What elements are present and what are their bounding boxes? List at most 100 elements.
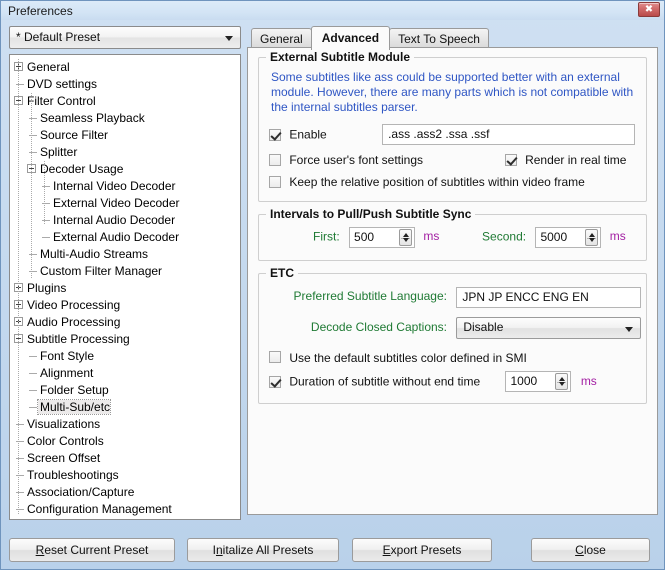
tree-item-dvd-settings[interactable]: DVD settings xyxy=(10,76,240,93)
close-glyph: ✖ xyxy=(644,4,654,15)
spin-up-icon[interactable] xyxy=(559,377,566,382)
close-post: lose xyxy=(583,543,606,557)
preset-select[interactable]: * Default Preset xyxy=(9,26,241,49)
reset-current-preset-button[interactable]: Reset Current Preset xyxy=(9,538,175,562)
second-interval-unit: ms xyxy=(609,229,626,244)
duration-checkbox[interactable] xyxy=(269,375,281,388)
tree-item-subtitle-processing[interactable]: Subtitle Processing xyxy=(10,331,240,348)
default-subtitle-color-label[interactable]: Use the default subtitles color defined … xyxy=(289,350,526,364)
decode-cc-label: Decode Closed Captions: xyxy=(310,319,447,334)
close-icon[interactable]: ✖ xyxy=(638,2,660,17)
tree-item-custom-filter-manager[interactable]: Custom Filter Manager xyxy=(10,263,240,280)
tree-item-plugins[interactable]: Plugins xyxy=(10,280,240,297)
tree-connector-icon xyxy=(27,386,37,395)
second-interval-value: 5000 xyxy=(540,229,568,244)
duration-row: Duration of subtitle without end time 10… xyxy=(269,371,636,393)
tree-guide-line xyxy=(31,93,32,278)
tree-item-label: Internal Audio Decoder xyxy=(53,213,176,227)
decode-cc-value: Disable xyxy=(463,319,504,334)
keep-relative-position-checkbox[interactable] xyxy=(269,175,281,188)
duration-label[interactable]: Duration of subtitle without end time xyxy=(289,375,480,389)
tree-item-audio-processing[interactable]: Audio Processing xyxy=(10,314,240,331)
first-interval-spin-buttons[interactable] xyxy=(399,228,413,246)
tree-item-label: Multi-Audio Streams xyxy=(40,247,149,261)
first-interval-value: 500 xyxy=(354,229,375,244)
extensions-input[interactable]: .ass .ass2 .ssa .ssf xyxy=(382,124,636,145)
force-user-font-checkbox[interactable] xyxy=(269,153,281,166)
group-external-subtitle-module: External Subtitle Module Some subtitles … xyxy=(258,50,647,202)
tab-advanced[interactable]: Advanced xyxy=(310,26,391,50)
tree-item-font-style[interactable]: Font Style xyxy=(10,348,240,365)
tab-panel-advanced: External Subtitle Module Some subtitles … xyxy=(247,47,658,515)
external-subtitle-description: Some subtitles like ass could be support… xyxy=(271,70,634,114)
enable-checkbox[interactable] xyxy=(269,128,281,141)
group-legend-etc: ETC xyxy=(266,265,298,280)
tree-item-label: Splitter xyxy=(40,145,78,159)
tree-item-source-filter[interactable]: Source Filter xyxy=(10,127,240,144)
keep-relative-position-label[interactable]: Keep the relative position of subtitles … xyxy=(289,175,585,189)
render-realtime-label[interactable]: Render in real time xyxy=(525,153,626,167)
tree-item-alignment[interactable]: Alignment xyxy=(10,365,240,382)
first-interval-stepper[interactable]: 500 xyxy=(349,226,416,248)
close-mnemonic: C xyxy=(575,543,584,557)
title-bar: Preferences ✖ xyxy=(1,1,664,20)
tab-general[interactable]: General xyxy=(251,28,312,49)
tree-item-label: Alignment xyxy=(40,366,94,380)
enable-label[interactable]: Enable xyxy=(289,128,326,142)
tree-item-multi-audio-streams[interactable]: Multi-Audio Streams xyxy=(10,246,240,263)
tree-item-label: Audio Processing xyxy=(27,315,121,329)
tree-item-external-audio-decoder[interactable]: External Audio Decoder xyxy=(10,229,240,246)
tree-item-splitter[interactable]: Splitter xyxy=(10,144,240,161)
preferred-language-input[interactable]: JPN JP ENCC ENG EN xyxy=(456,286,642,308)
tree-item-label: Source Filter xyxy=(40,128,109,142)
render-realtime-checkbox[interactable] xyxy=(504,153,517,166)
force-user-font-label[interactable]: Force user's font settings xyxy=(289,153,423,167)
tree-item-visualizations[interactable]: Visualizations xyxy=(10,416,240,433)
reset-post: eset Current Preset xyxy=(44,543,149,557)
tree-item-configuration-management[interactable]: Configuration Management xyxy=(10,501,240,518)
preferences-window: Preferences ✖ * Default Preset General DV… xyxy=(0,0,665,570)
tree-item-label: Video Processing xyxy=(27,298,121,312)
default-subtitle-color-checkbox[interactable] xyxy=(269,351,281,364)
tree-connector-icon xyxy=(27,352,37,361)
left-panel: * Default Preset General DVD settings Filt… xyxy=(9,26,241,520)
spin-down-icon[interactable] xyxy=(589,237,596,242)
tab-text-to-speech[interactable]: Text To Speech xyxy=(389,28,489,49)
tree-item-label: Custom Filter Manager xyxy=(40,264,163,278)
tree-item-screen-offset[interactable]: Screen Offset xyxy=(10,450,240,467)
tree-item-seamless-playback[interactable]: Seamless Playback xyxy=(10,110,240,127)
intervals-row: First: 500 ms Second: 5000 ms xyxy=(269,226,636,248)
tree-item-color-controls[interactable]: Color Controls xyxy=(10,433,240,450)
export-mnemonic: E xyxy=(382,543,391,557)
decode-cc-select[interactable]: Disable xyxy=(456,316,642,339)
tree-item-general[interactable]: General xyxy=(10,59,240,76)
tree-item-filter-control[interactable]: Filter Control xyxy=(10,93,240,110)
export-presets-button[interactable]: Export Presets xyxy=(352,538,492,562)
tree-item-video-processing[interactable]: Video Processing xyxy=(10,297,240,314)
spin-up-icon[interactable] xyxy=(403,232,410,237)
settings-tree[interactable]: General DVD settings Filter Control Seamles… xyxy=(9,54,241,520)
tree-item-folder-setup[interactable]: Folder Setup xyxy=(10,382,240,399)
duration-stepper[interactable]: 1000 xyxy=(505,371,572,393)
group-legend-external-subtitle-module: External Subtitle Module xyxy=(266,50,415,64)
tree-connector-icon xyxy=(27,403,37,412)
reset-mnemonic: R xyxy=(35,543,45,557)
first-interval-unit: ms xyxy=(423,229,440,244)
tree-item-association-capture[interactable]: Association/Capture xyxy=(10,484,240,501)
spin-up-icon[interactable] xyxy=(589,232,596,237)
second-interval-spin-buttons[interactable] xyxy=(585,228,599,246)
initialize-all-presets-button[interactable]: Initalize All Presets xyxy=(187,538,339,562)
right-panel: General Advanced Text To Speech External S… xyxy=(247,26,658,515)
spin-down-icon[interactable] xyxy=(403,237,410,242)
tree-item-multi-sub-etc[interactable]: Multi-Sub/etc xyxy=(10,399,240,416)
spin-down-icon[interactable] xyxy=(559,382,566,387)
tree-item-label: Internal Video Decoder xyxy=(53,179,176,193)
tab-label: General xyxy=(260,32,303,46)
tab-label: Advanced xyxy=(321,31,380,45)
close-button[interactable]: Close xyxy=(531,538,650,562)
second-interval-stepper[interactable]: 5000 xyxy=(535,226,602,248)
tab-label: Text To Speech xyxy=(398,32,480,46)
tree-item-troubleshootings[interactable]: Troubleshootings xyxy=(10,467,240,484)
duration-spin-buttons[interactable] xyxy=(555,373,569,391)
tree-item-label: Filter Control xyxy=(27,94,96,108)
